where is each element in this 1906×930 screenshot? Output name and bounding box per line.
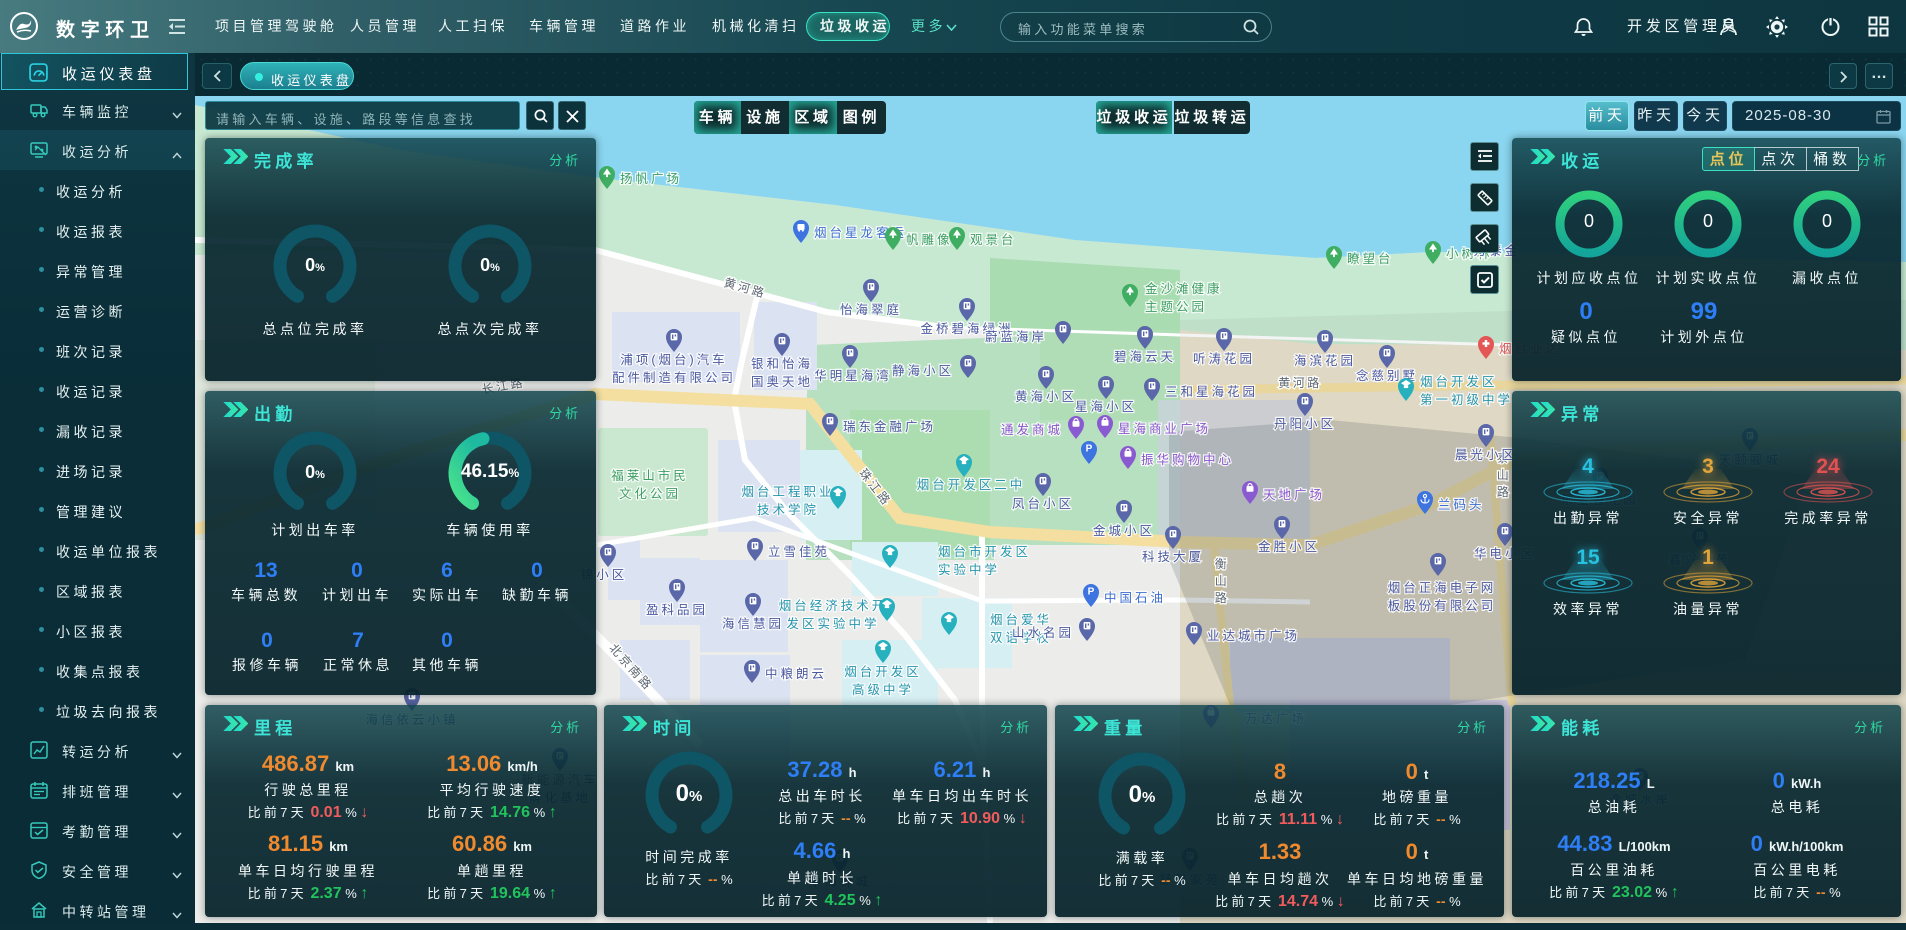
svg-text:烟台市开发区: 烟台市开发区 bbox=[938, 544, 1031, 559]
svg-text:帆雕像: 帆雕像 bbox=[906, 232, 953, 247]
svg-text:业达城市广场: 业达城市广场 bbox=[1207, 628, 1300, 643]
svg-text:路: 路 bbox=[1215, 590, 1230, 605]
svg-text:华明星海湾: 华明星海湾 bbox=[814, 368, 892, 383]
svg-text:黄海小区: 黄海小区 bbox=[1015, 389, 1077, 404]
svg-text:福莱山市民: 福莱山市民 bbox=[611, 468, 689, 483]
svg-text:星海小区: 星海小区 bbox=[1075, 399, 1137, 414]
svg-text:通发商城: 通发商城 bbox=[1001, 422, 1063, 437]
svg-text:观景台: 观景台 bbox=[970, 232, 1017, 247]
svg-text:碧海云天: 碧海云天 bbox=[1114, 349, 1176, 364]
svg-text:海信慧园: 海信慧园 bbox=[722, 616, 784, 631]
svg-text:听涛花园: 听涛花园 bbox=[1193, 351, 1255, 366]
svg-text:主题公园: 主题公园 bbox=[1145, 300, 1207, 314]
svg-text:发区实验中学: 发区实验中学 bbox=[786, 616, 879, 631]
svg-text:高级中学: 高级中学 bbox=[852, 682, 914, 697]
svg-text:中粮朗云: 中粮朗云 bbox=[765, 666, 827, 681]
svg-text:实验中学: 实验中学 bbox=[938, 562, 1000, 577]
svg-text:凤台小区: 凤台小区 bbox=[1012, 496, 1074, 511]
svg-text:瞭望台: 瞭望台 bbox=[1347, 251, 1394, 266]
svg-text:浦项(烟台)汽车: 浦项(烟台)汽车 bbox=[620, 352, 727, 367]
svg-text:静海小区: 静海小区 bbox=[892, 363, 954, 378]
svg-text:科技大厦: 科技大厦 bbox=[1142, 550, 1204, 564]
svg-text:烟台经济技术开: 烟台经济技术开 bbox=[779, 598, 888, 613]
svg-text:三和星海花园: 三和星海花园 bbox=[1165, 384, 1258, 399]
svg-text:第一初级中学: 第一初级中学 bbox=[1420, 392, 1513, 407]
svg-text:烟台爱华: 烟台爱华 bbox=[990, 612, 1052, 627]
svg-text:文化公园: 文化公园 bbox=[619, 486, 681, 501]
svg-text:蔚蓝海岸: 蔚蓝海岸 bbox=[985, 329, 1047, 344]
svg-text:烟台开发区: 烟台开发区 bbox=[1420, 374, 1498, 389]
svg-text:天地广场: 天地广场 bbox=[1263, 488, 1325, 502]
svg-text:晨光小区: 晨光小区 bbox=[1455, 448, 1517, 462]
svg-text:路: 路 bbox=[1497, 484, 1512, 499]
svg-text:山: 山 bbox=[1215, 574, 1230, 588]
svg-text:金胜小区: 金胜小区 bbox=[1258, 539, 1320, 554]
svg-text:银和怡海: 银和怡海 bbox=[751, 356, 813, 371]
svg-text:国奥天地: 国奥天地 bbox=[751, 375, 813, 389]
svg-text:海滨花园: 海滨花园 bbox=[1294, 353, 1356, 368]
svg-text:烟台工程职业: 烟台工程职业 bbox=[741, 484, 834, 499]
svg-text:板股份有限公司: 板股份有限公司 bbox=[1388, 599, 1497, 613]
svg-text:山: 山 bbox=[1497, 468, 1512, 482]
svg-text:配件制造有限公司: 配件制造有限公司 bbox=[612, 371, 736, 385]
svg-text:技术学院: 技术学院 bbox=[757, 502, 819, 517]
svg-text:立雪佳苑: 立雪佳苑 bbox=[768, 544, 830, 559]
svg-text:烟台开发区: 烟台开发区 bbox=[844, 664, 922, 679]
svg-text:金沙滩健康: 金沙滩健康 bbox=[1145, 281, 1223, 296]
svg-text:金城小区: 金城小区 bbox=[1093, 523, 1155, 538]
svg-text:丹阳小区: 丹阳小区 bbox=[1274, 417, 1336, 431]
svg-text:黄河路: 黄河路 bbox=[1278, 375, 1322, 390]
svg-text:星海商业广场: 星海商业广场 bbox=[1118, 421, 1211, 436]
svg-text:振华购物中心: 振华购物中心 bbox=[1141, 452, 1234, 467]
svg-text:盈科品园: 盈科品园 bbox=[646, 603, 708, 617]
svg-text:山水名园: 山水名园 bbox=[1012, 625, 1074, 640]
svg-text:烟台开发区二中: 烟台开发区二中 bbox=[917, 477, 1026, 492]
svg-text:衡: 衡 bbox=[1215, 557, 1230, 571]
svg-text:烟台正海电子网: 烟台正海电子网 bbox=[1388, 580, 1497, 595]
svg-text:兰码头: 兰码头 bbox=[1438, 498, 1485, 512]
svg-text:扬帆广场: 扬帆广场 bbox=[620, 171, 682, 186]
svg-text:瑞东金融广场: 瑞东金融广场 bbox=[843, 419, 936, 434]
svg-text:怡海翠庭: 怡海翠庭 bbox=[840, 302, 902, 317]
svg-text:中国石油: 中国石油 bbox=[1104, 590, 1166, 605]
